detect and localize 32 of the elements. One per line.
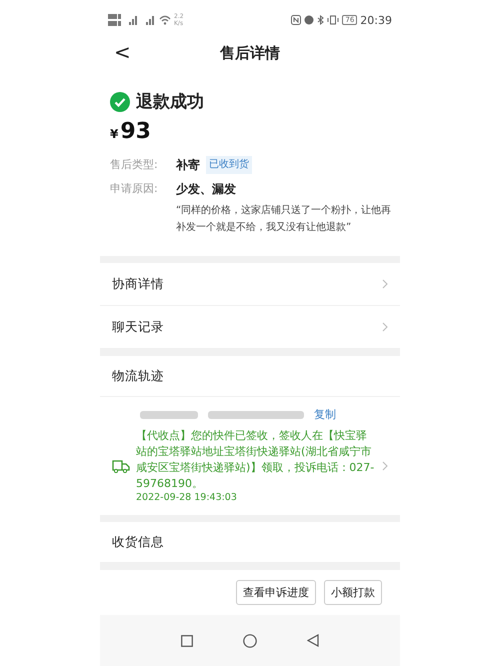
chevron-icon	[382, 279, 388, 289]
copy-link[interactable]: 复制	[314, 407, 336, 422]
action-button[interactable]: 查看申诉进度	[236, 580, 316, 605]
tracking-message: 【代收点】您的快件已签收，签收人在【快宝驿站的宝塔驿站地址宝塔街快递驿站(湖北省咸宁市咸安区宝塔街快递驿站)】领取，投诉电话：027-59768190。	[136, 428, 376, 492]
page-title: 售后详情	[220, 44, 280, 62]
redacted-text	[140, 410, 198, 418]
chevron-icon	[382, 322, 388, 332]
check-icon	[110, 92, 130, 112]
nfc-icon	[291, 15, 302, 25]
wifi-icon	[159, 15, 171, 25]
recent-apps-icon[interactable]	[181, 634, 193, 646]
refund-status: 退款成功	[136, 91, 204, 113]
clock: 20:39	[360, 14, 392, 26]
section-title: 物流轨迹	[100, 356, 400, 397]
detail-label: 售后类型:	[110, 157, 159, 173]
detail-label: 申请原因:	[110, 181, 159, 197]
detail-value: 补寄	[176, 157, 200, 174]
refund-amount: 93	[120, 119, 151, 144]
reason-note: “同样的价格，这家店铺只送了一个粉扑，让他再补发一个就是不给，我又没有让他退款”	[176, 204, 392, 235]
menu-row[interactable]: 协商详情	[100, 263, 400, 306]
currency-symbol: ¥	[110, 127, 118, 141]
action-button[interactable]: 小额打款	[324, 580, 382, 605]
tracking-time: 2022-09-28 19:43:03	[136, 492, 238, 503]
truck-icon	[112, 458, 130, 472]
back-icon[interactable]	[307, 634, 319, 647]
home-icon[interactable]	[243, 634, 257, 648]
back-button[interactable]: <	[114, 40, 131, 64]
detail-value: 少发、漏发	[176, 181, 236, 198]
sim-icon	[108, 13, 122, 27]
vibrate-icon	[327, 15, 340, 25]
status-tag: 已收到货	[206, 156, 252, 174]
bluetooth-icon	[317, 15, 324, 25]
